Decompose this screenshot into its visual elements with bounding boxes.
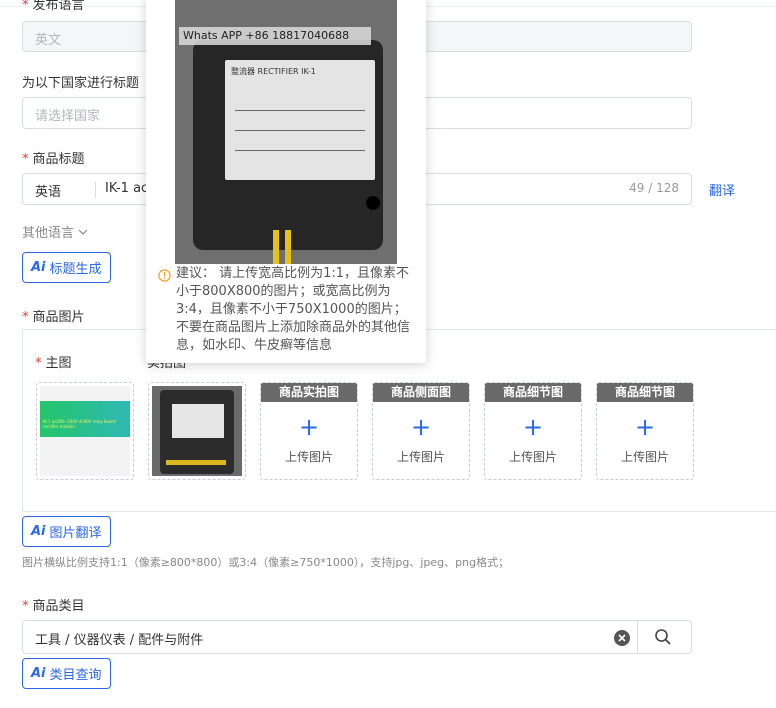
upload-slot-real-photo[interactable]: 商品实拍图 + 上传图片 (260, 382, 358, 480)
device-label-text: 整流器 RECTIFIER IK-1 (231, 67, 316, 76)
upload-label: 上传图片 (284, 450, 333, 464)
main-image-thumbnail: IK-1 ac200~240V dc90V relay board rectif… (40, 386, 130, 476)
image-translate-label: 图片翻译 (49, 526, 102, 541)
title-generate-label: 标题生成 (49, 262, 102, 277)
upload-slot-side[interactable]: 商品侧面图 + 上传图片 (372, 382, 470, 480)
slot-header: 商品细节图 (485, 383, 581, 402)
watermark-text: Whats APP +86 18817040688 (179, 27, 371, 45)
upload-slot-detail-1[interactable]: 商品细节图 + 上传图片 (484, 382, 582, 480)
image-preview-popover: 整流器 RECTIFIER IK-1 Whats APP +86 1881704… (146, 0, 426, 363)
publish-language-value: 英文 (35, 33, 62, 48)
side-image-thumbnail (152, 386, 242, 476)
main-image-label: * 主图 (35, 356, 72, 371)
slot-header: 商品细节图 (597, 383, 693, 402)
category-value: 工具 / 仪器仪表 / 配件与附件 (35, 633, 204, 648)
title-label: * 商品标题 (22, 152, 85, 167)
thumb-text: IK-1 ac200~240V dc90V relay board rectif… (43, 419, 116, 429)
side-image-slot[interactable] (148, 382, 246, 480)
main-image-slot[interactable]: IK-1 ac200~240V dc90V relay board rectif… (36, 382, 134, 480)
upload-label: 上传图片 (508, 450, 557, 464)
upload-slot-detail-2[interactable]: 商品细节图 + 上传图片 (596, 382, 694, 480)
title-generate-button[interactable]: Ai 标题生成 (22, 252, 111, 283)
title-counter: 49 / 128 (629, 181, 679, 195)
images-label: * 商品图片 (22, 310, 85, 325)
slot-header: 商品实拍图 (261, 383, 357, 402)
ai-icon: Ai (31, 524, 46, 539)
upload-label: 上传图片 (396, 450, 445, 464)
upload-label: 上传图片 (620, 450, 669, 464)
ai-icon: Ai (31, 666, 46, 681)
search-icon[interactable] (654, 628, 672, 646)
title-divider (95, 182, 96, 198)
category-query-button[interactable]: Ai 类目查询 (22, 658, 111, 689)
translate-link[interactable]: 翻译 (709, 180, 735, 199)
chevron-down-icon (78, 229, 88, 235)
image-translate-button[interactable]: Ai 图片翻译 (22, 516, 111, 547)
category-input[interactable]: 工具 / 仪器仪表 / 配件与附件 (22, 620, 692, 654)
plus-icon: + (522, 413, 544, 441)
warning-icon (158, 269, 171, 282)
plus-icon: + (298, 413, 320, 441)
preview-image: 整流器 RECTIFIER IK-1 Whats APP +86 1881704… (175, 0, 397, 264)
clear-icon[interactable] (613, 629, 631, 647)
country-label: 为以下国家进行标题 (22, 76, 140, 91)
other-languages-toggle[interactable]: 其他语言 (22, 222, 88, 241)
image-suggestion-text: 建议： 请上传宽高比例为1:1，且像素不小于800X800的图片；或宽高比例为3… (176, 266, 411, 353)
category-query-label: 类目查询 (49, 668, 102, 683)
title-lang-select[interactable]: 英语 (35, 181, 61, 200)
image-format-hint: 图片横纵比例支持1:1（像素≥800*800）或3:4（像素≥750*1000）… (22, 556, 510, 569)
plus-icon: + (410, 413, 432, 441)
category-label: * 商品类目 (22, 599, 85, 614)
country-placeholder: 请选择国家 (35, 109, 101, 124)
other-languages-label: 其他语言 (22, 226, 75, 241)
publish-language-label: * 发布语言 (22, 0, 85, 13)
ai-icon: Ai (31, 260, 46, 275)
plus-icon: + (634, 413, 656, 441)
slot-header: 商品侧面图 (373, 383, 469, 402)
